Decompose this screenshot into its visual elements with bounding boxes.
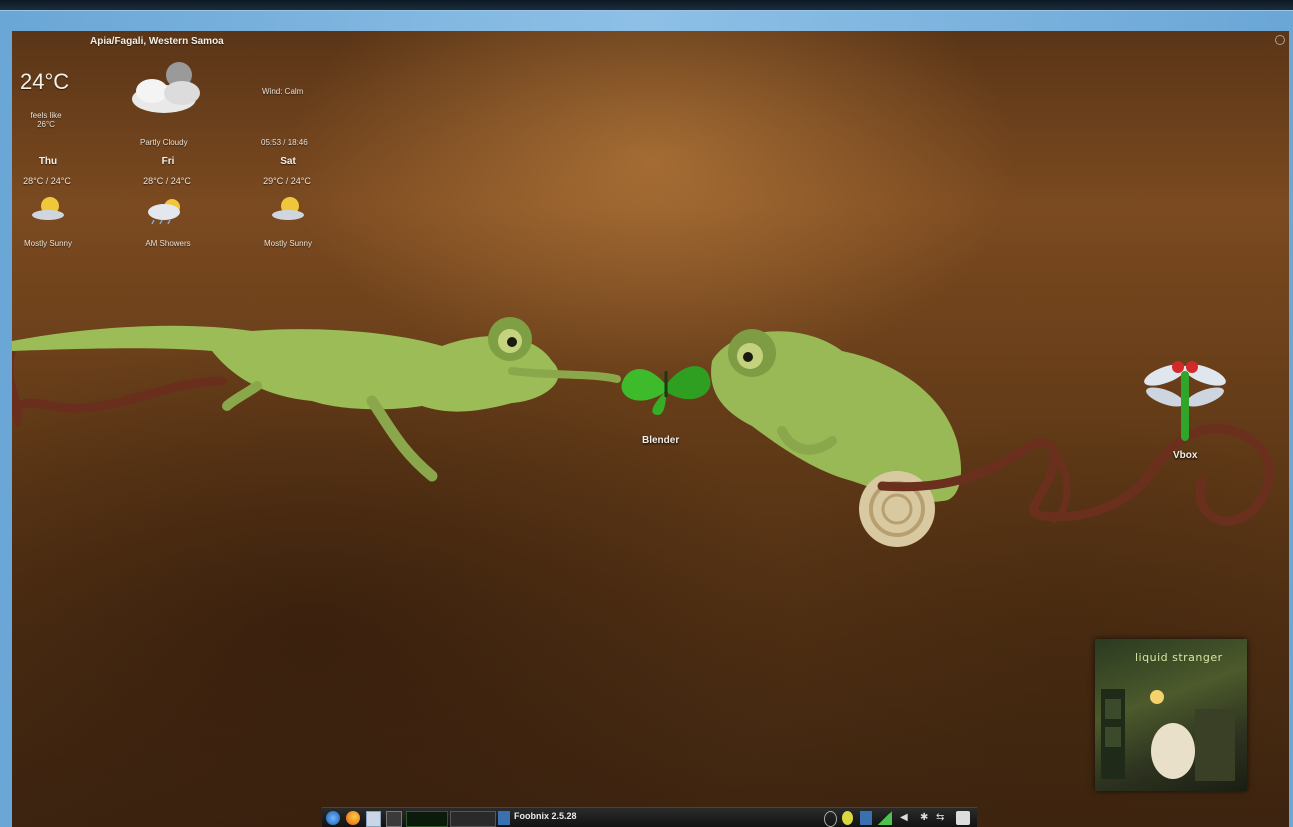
taskbar-window-button[interactable]: Foobnix 2.5.28 xyxy=(514,811,577,821)
weather-location: Apia/Fagali, Western Samoa xyxy=(90,36,224,47)
desktop-icon-label-vbox[interactable]: Vbox xyxy=(1173,450,1197,461)
pager[interactable] xyxy=(450,811,496,827)
rain-cloud-icon xyxy=(148,199,180,225)
sunrise-sunset: 05:53 / 18:46 xyxy=(261,138,308,147)
desktop-icon-label-blender[interactable]: Blender xyxy=(642,435,679,446)
volume-icon[interactable]: ◀ xyxy=(900,811,912,825)
album-art-image xyxy=(1101,689,1235,781)
dragonfly-icon[interactable] xyxy=(1140,357,1230,443)
forecast-condition: Mostly Sunny xyxy=(23,239,73,248)
signal-icon[interactable] xyxy=(878,811,892,825)
battery-icon[interactable] xyxy=(956,811,970,825)
sun-cloud-icon xyxy=(272,197,304,220)
forecast-day: Thu xyxy=(38,156,58,167)
desktop[interactable]: Apia/Fagali, Western Samoa 24°C feels li… xyxy=(12,31,1289,827)
toolbox-corner-icon[interactable] xyxy=(1275,35,1285,45)
menu-icon[interactable] xyxy=(326,811,340,825)
feels-like: feels like 26°C xyxy=(26,111,66,129)
forecast-day: Sat xyxy=(280,156,296,167)
current-condition: Partly Cloudy xyxy=(140,138,188,147)
partly-cloudy-night-icon xyxy=(132,62,200,113)
system-monitor-graph[interactable] xyxy=(406,811,448,827)
terminal-icon[interactable] xyxy=(386,811,402,827)
taskbar: Foobnix 2.5.28 ◀ ✱ ⇆ xyxy=(322,807,977,827)
firefox-icon[interactable] xyxy=(346,811,360,825)
forecast-range: 29°C / 24°C xyxy=(263,176,311,186)
foobnix-window-icon[interactable] xyxy=(498,811,510,825)
feels-like-label: feels like xyxy=(30,111,62,120)
forecast-range: 28°C / 24°C xyxy=(23,176,71,186)
forecast-day: Fri xyxy=(161,156,175,167)
forecast-condition: AM Showers xyxy=(145,239,191,248)
wind-status: Wind: Calm xyxy=(262,87,304,96)
forecast-range: 28°C / 24°C xyxy=(143,176,191,186)
power-icon[interactable] xyxy=(824,811,837,827)
feels-like-temp: 26°C xyxy=(37,120,55,129)
butterfly-icon[interactable] xyxy=(618,353,714,417)
title-bar xyxy=(0,0,1293,11)
bluetooth-icon[interactable]: ✱ xyxy=(920,811,930,825)
media-icon[interactable] xyxy=(860,811,872,825)
current-temperature: 24°C xyxy=(20,69,70,94)
sun-cloud-icon xyxy=(32,197,64,220)
network-icon[interactable] xyxy=(842,811,853,825)
usb-icon[interactable]: ⇆ xyxy=(936,811,950,825)
file-manager-icon[interactable] xyxy=(366,811,381,827)
album-art-widget[interactable]: liquid stranger xyxy=(1095,639,1247,791)
forecast-condition: Mostly Sunny xyxy=(263,239,313,248)
